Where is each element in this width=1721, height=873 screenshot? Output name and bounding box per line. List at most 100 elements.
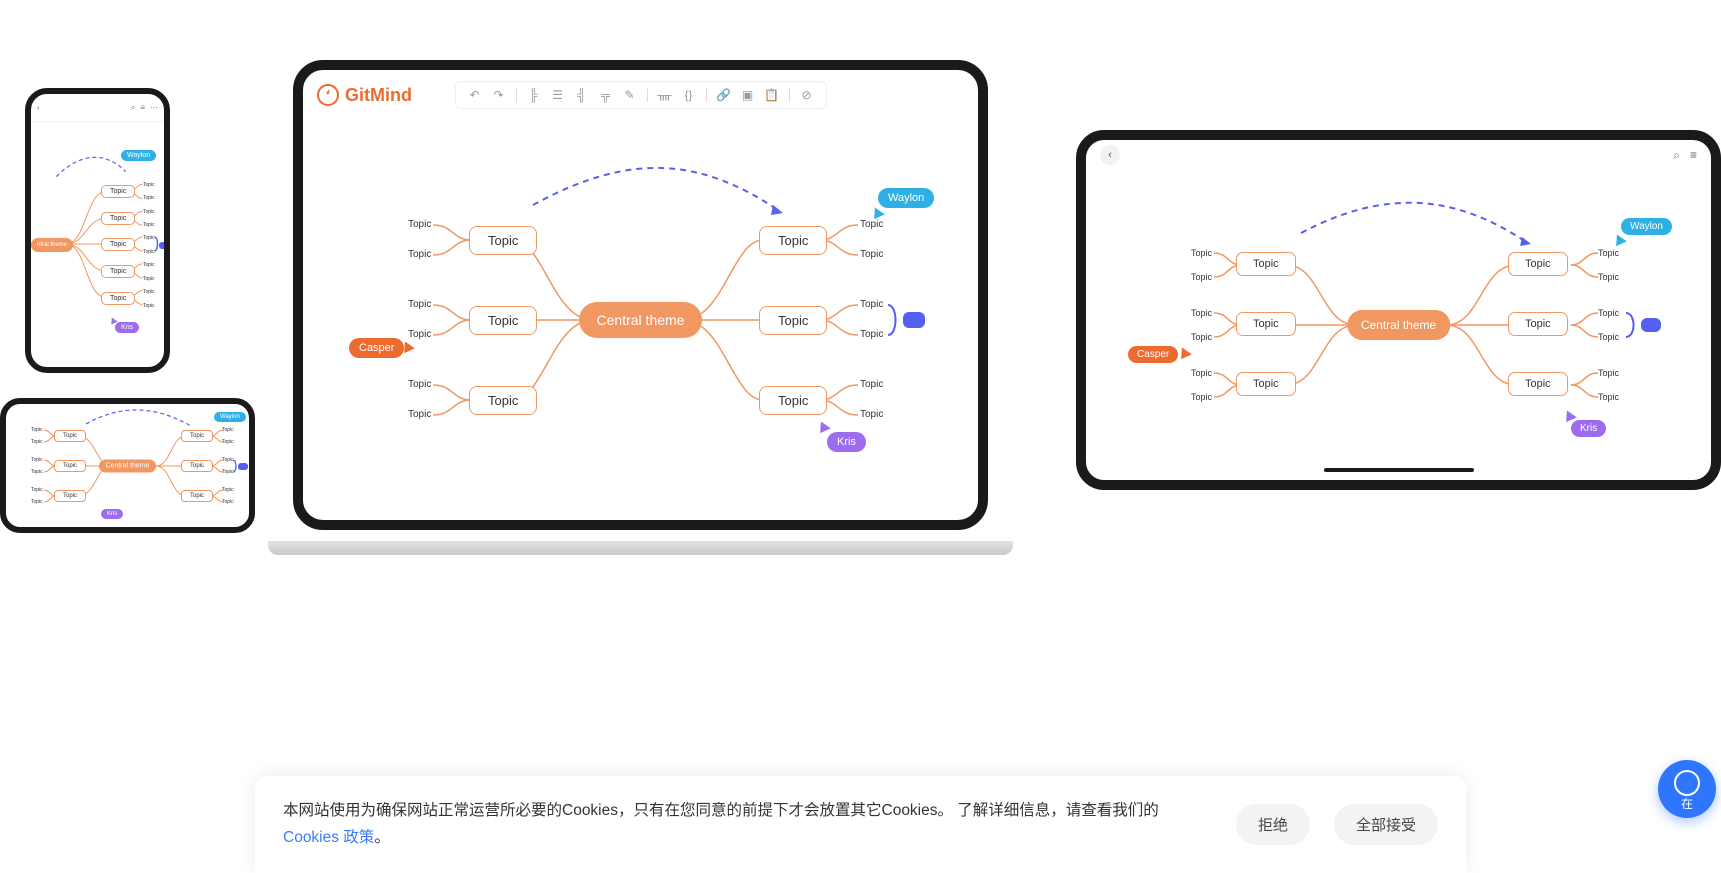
clipboard-icon[interactable]: 📋 [765, 88, 779, 102]
layout1-icon[interactable]: ╠ [527, 88, 541, 102]
sub-node[interactable]: Topic [222, 469, 234, 475]
more-icon[interactable]: ⋯ [150, 103, 158, 113]
topic-node[interactable]: Topic [54, 430, 86, 442]
sub-node[interactable]: Topic [222, 487, 234, 493]
sub-node[interactable]: Topic [408, 299, 431, 310]
sub-node[interactable]: Topic [1598, 308, 1619, 318]
summary-chip[interactable] [238, 463, 248, 470]
topic-node[interactable]: Topic [1236, 252, 1296, 276]
undo-icon[interactable]: ↶ [468, 88, 482, 102]
sub-node[interactable]: Topic [1191, 332, 1212, 342]
phone-canvas[interactable]: ntral theme Topic Topic Topic Topic Topi… [31, 122, 164, 367]
topic-node[interactable]: Topic [469, 226, 537, 255]
topic-node[interactable]: Topic [54, 460, 86, 472]
topic-node[interactable]: Topic [181, 460, 213, 472]
sub-node[interactable]: Topic [143, 303, 155, 309]
sub-node[interactable]: Topic [31, 439, 43, 445]
topic-node[interactable]: Topic [759, 306, 827, 335]
sub-node[interactable]: Topic [1191, 248, 1212, 258]
block-icon[interactable]: ⊘ [800, 88, 814, 102]
topic-node[interactable]: Topic [1508, 252, 1568, 276]
style-icon[interactable]: ᚄ [658, 88, 672, 102]
topic-node[interactable]: Topic [101, 185, 135, 198]
sub-node[interactable]: Topic [860, 409, 883, 420]
sub-node[interactable]: Topic [1598, 332, 1619, 342]
chat-fab[interactable]: 在 [1658, 760, 1716, 818]
sub-node[interactable]: Topic [1191, 308, 1212, 318]
phone-land-canvas[interactable]: Central theme Topic Topic Topic Topic To… [6, 404, 249, 527]
topic-node[interactable]: Topic [469, 306, 537, 335]
search-icon[interactable]: ⌕ [1673, 148, 1680, 163]
list-icon[interactable]: ≡ [140, 103, 145, 113]
topic-node[interactable]: Topic [54, 490, 86, 502]
topic-node[interactable]: Topic [469, 386, 537, 415]
sub-node[interactable]: Topic [143, 235, 155, 241]
layout2-icon[interactable]: ☰ [551, 88, 565, 102]
mindmap-canvas[interactable]: Central theme Topic Topic Topic Topic To… [303, 120, 978, 520]
sub-node[interactable]: Topic [1191, 392, 1212, 402]
cookie-accept-button[interactable]: 全部接受 [1334, 804, 1438, 845]
topic-node[interactable]: Topic [759, 386, 827, 415]
layout5-icon[interactable]: ✎ [623, 88, 637, 102]
sub-node[interactable]: Topic [1191, 272, 1212, 282]
cookie-reject-button[interactable]: 拒绝 [1236, 804, 1310, 845]
central-node[interactable]: Central theme [99, 460, 157, 473]
sub-node[interactable]: Topic [31, 499, 43, 505]
redo-icon[interactable]: ↷ [492, 88, 506, 102]
topic-node[interactable]: Topic [101, 212, 135, 225]
topic-node[interactable]: Topic [181, 490, 213, 502]
sub-node[interactable]: Topic [1598, 368, 1619, 378]
sub-node[interactable]: Topic [408, 409, 431, 420]
back-icon[interactable]: ‹ [1100, 145, 1120, 165]
central-node[interactable]: Central theme [579, 302, 703, 338]
topic-node[interactable]: Topic [1236, 372, 1296, 396]
summary-chip[interactable] [1641, 318, 1661, 332]
summary-chip[interactable] [903, 312, 925, 328]
summary-chip[interactable] [159, 242, 169, 249]
sub-node[interactable]: Topic [860, 249, 883, 260]
sub-node[interactable]: Topic [860, 299, 883, 310]
list-icon[interactable]: ≡ [1690, 148, 1697, 163]
topic-node[interactable]: Topic [101, 292, 135, 305]
sub-node[interactable]: Topic [860, 379, 883, 390]
search-icon[interactable]: ⌕ [131, 103, 135, 113]
image-icon[interactable]: ▣ [741, 88, 755, 102]
topic-node[interactable]: Topic [1508, 312, 1568, 336]
topic-node[interactable]: Topic [181, 430, 213, 442]
topic-node[interactable]: Topic [1236, 312, 1296, 336]
sub-node[interactable]: Topic [1598, 272, 1619, 282]
sub-node[interactable]: Topic [31, 457, 43, 463]
back-icon[interactable]: ‹ [37, 103, 40, 112]
sub-node[interactable]: Topic [143, 209, 155, 215]
sub-node[interactable]: Topic [222, 427, 234, 433]
sub-node[interactable]: Topic [31, 427, 43, 433]
sub-node[interactable]: Topic [143, 195, 155, 201]
cookie-policy-link[interactable]: Cookies 政策 [283, 829, 374, 846]
sub-node[interactable]: Topic [143, 249, 155, 255]
sub-node[interactable]: Topic [860, 329, 883, 340]
sub-node[interactable]: Topic [222, 499, 234, 505]
sub-node[interactable]: Topic [1598, 248, 1619, 258]
sub-node[interactable]: Topic [143, 289, 155, 295]
sub-node[interactable]: Topic [143, 182, 155, 188]
topic-node[interactable]: Topic [1508, 372, 1568, 396]
sub-node[interactable]: Topic [31, 469, 43, 475]
sub-node[interactable]: Topic [1598, 392, 1619, 402]
sub-node[interactable]: Topic [408, 379, 431, 390]
layout3-icon[interactable]: ╣ [575, 88, 589, 102]
sub-node[interactable]: Topic [222, 439, 234, 445]
sub-node[interactable]: Topic [143, 262, 155, 268]
central-node[interactable]: Central theme [1347, 310, 1450, 340]
link-icon[interactable]: 🔗 [717, 88, 731, 102]
sub-node[interactable]: Topic [143, 222, 155, 228]
sub-node[interactable]: Topic [143, 276, 155, 282]
sub-node[interactable]: Topic [408, 219, 431, 230]
sub-node[interactable]: Topic [408, 249, 431, 260]
sub-node[interactable]: Topic [222, 457, 234, 463]
code-icon[interactable]: {} [682, 88, 696, 102]
layout4-icon[interactable]: ╦ [599, 88, 613, 102]
topic-node[interactable]: Topic [759, 226, 827, 255]
topic-node[interactable]: Topic [101, 238, 135, 251]
sub-node[interactable]: Topic [408, 329, 431, 340]
sub-node[interactable]: Topic [31, 487, 43, 493]
